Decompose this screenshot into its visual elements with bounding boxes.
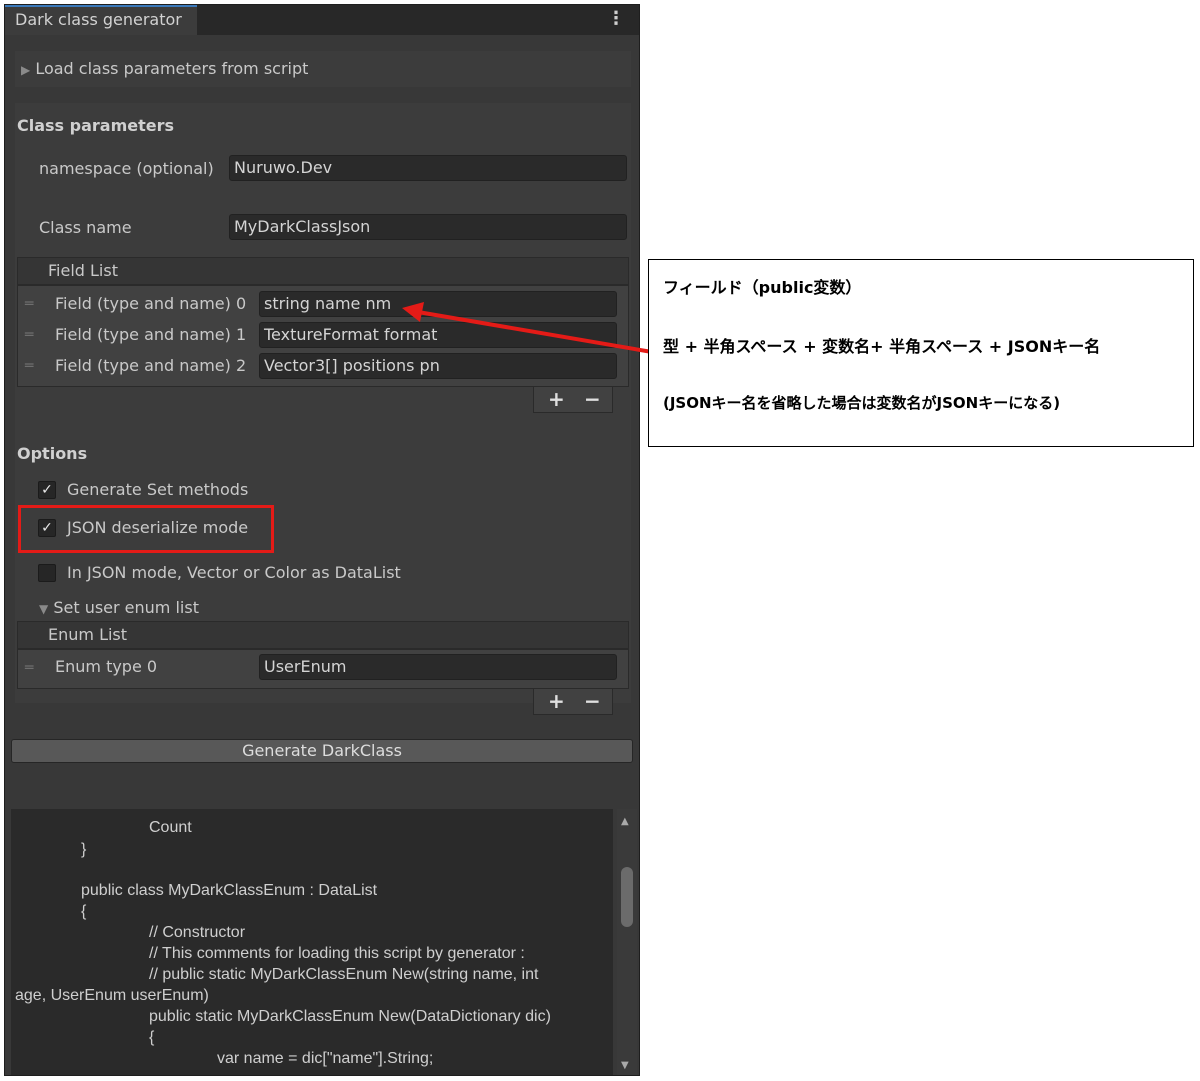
field-label-2: Field (type and name) 2 [55,356,247,375]
enum-list-add-remove: + − [533,689,613,715]
foldout-closed-icon: ▶ [21,63,31,77]
field-list-add-remove: + − [533,387,613,413]
options-heading: Options [17,444,88,463]
field-list-header: Field List [17,257,629,285]
classname-input[interactable]: MyDarkClassJson [229,214,627,240]
note-line-1: フィールド（public変数） [663,278,862,297]
code-line: public static MyDarkClassEnum New(DataDi… [149,1008,551,1025]
field-input-0[interactable]: string name nm [259,291,617,317]
load-params-foldout[interactable]: ▶ Load class parameters from script [21,59,308,78]
code-line: // Constructor [149,924,246,941]
drag-handle-icon[interactable]: ═ [25,297,39,311]
class-params-heading: Class parameters [17,116,175,135]
scroll-thumb[interactable] [621,867,633,927]
enum-input-0[interactable]: UserEnum [259,654,617,680]
code-line: // This comments for loading this script… [149,945,525,962]
field-label-0: Field (type and name) 0 [55,294,247,313]
add-enum-button[interactable]: + [548,689,565,713]
code-line: public class MyDarkClassEnum : DataList [81,882,378,899]
vector-as-list-label: In JSON mode, Vector or Color as DataLis… [67,563,401,582]
code-line: var name = dic["name"].String; [217,1050,434,1067]
enum-label-0: Enum type 0 [55,657,158,676]
code-line: // public static MyDarkClassEnum New(str… [149,966,539,983]
load-params-label: Load class parameters from script [35,59,309,78]
tab-bar: Dark class generator ⋮ [5,5,639,35]
code-line: age, UserEnum userEnum) [15,987,209,1004]
code-line: { [81,903,87,920]
remove-enum-button[interactable]: − [584,689,601,713]
code-line: } [81,841,87,858]
generate-set-checkbox[interactable]: ✓ [38,481,56,499]
remove-field-button[interactable]: − [584,387,601,411]
window-tab[interactable]: Dark class generator [5,5,197,35]
field-input-1[interactable]: TextureFormat format [259,322,617,348]
field-input-2[interactable]: Vector3[] positions pn [259,353,617,379]
field-label-1: Field (type and name) 1 [55,325,247,344]
vector-as-list-checkbox[interactable] [38,564,56,582]
drag-handle-icon[interactable]: ═ [25,661,39,675]
code-output-area[interactable]: Count } public class MyDarkClassEnum : D… [11,809,613,1075]
scroll-down-icon[interactable]: ▼ [621,1061,629,1071]
namespace-input[interactable]: Nuruwo.Dev [229,155,627,181]
add-field-button[interactable]: + [548,387,565,411]
user-enum-label: Set user enum list [53,598,199,617]
drag-handle-icon[interactable]: ═ [25,328,39,342]
note-line-2: 型 + 半角スペース + 変数名+ 半角スペース + JSONキー名 [663,337,1101,356]
kebab-menu-icon[interactable]: ⋮ [607,10,625,28]
drag-handle-icon[interactable]: ═ [25,359,39,373]
note-line-3: (JSONキー名を省略した場合は変数名がJSONキーになる) [663,394,1061,412]
load-params-section: ▶ Load class parameters from script [15,51,631,87]
scroll-up-icon[interactable]: ▲ [621,817,629,827]
classname-label: Class name [39,218,132,237]
json-mode-highlight-box [18,505,274,553]
code-line: Count [149,819,192,836]
enum-list-header: Enum List [17,621,629,649]
window-title: Dark class generator [15,10,182,29]
code-scrollbar[interactable]: ▲ ▼ [617,809,637,1075]
namespace-label: namespace (optional) [39,159,214,178]
generate-set-label: Generate Set methods [67,480,249,499]
annotation-note: フィールド（public変数） 型 + 半角スペース + 変数名+ 半角スペース… [648,259,1194,447]
foldout-open-icon: ▼ [39,602,49,616]
user-enum-foldout[interactable]: ▼ Set user enum list [39,598,199,617]
code-line: { [149,1029,155,1046]
generate-darkclass-button[interactable]: Generate DarkClass [11,739,633,763]
